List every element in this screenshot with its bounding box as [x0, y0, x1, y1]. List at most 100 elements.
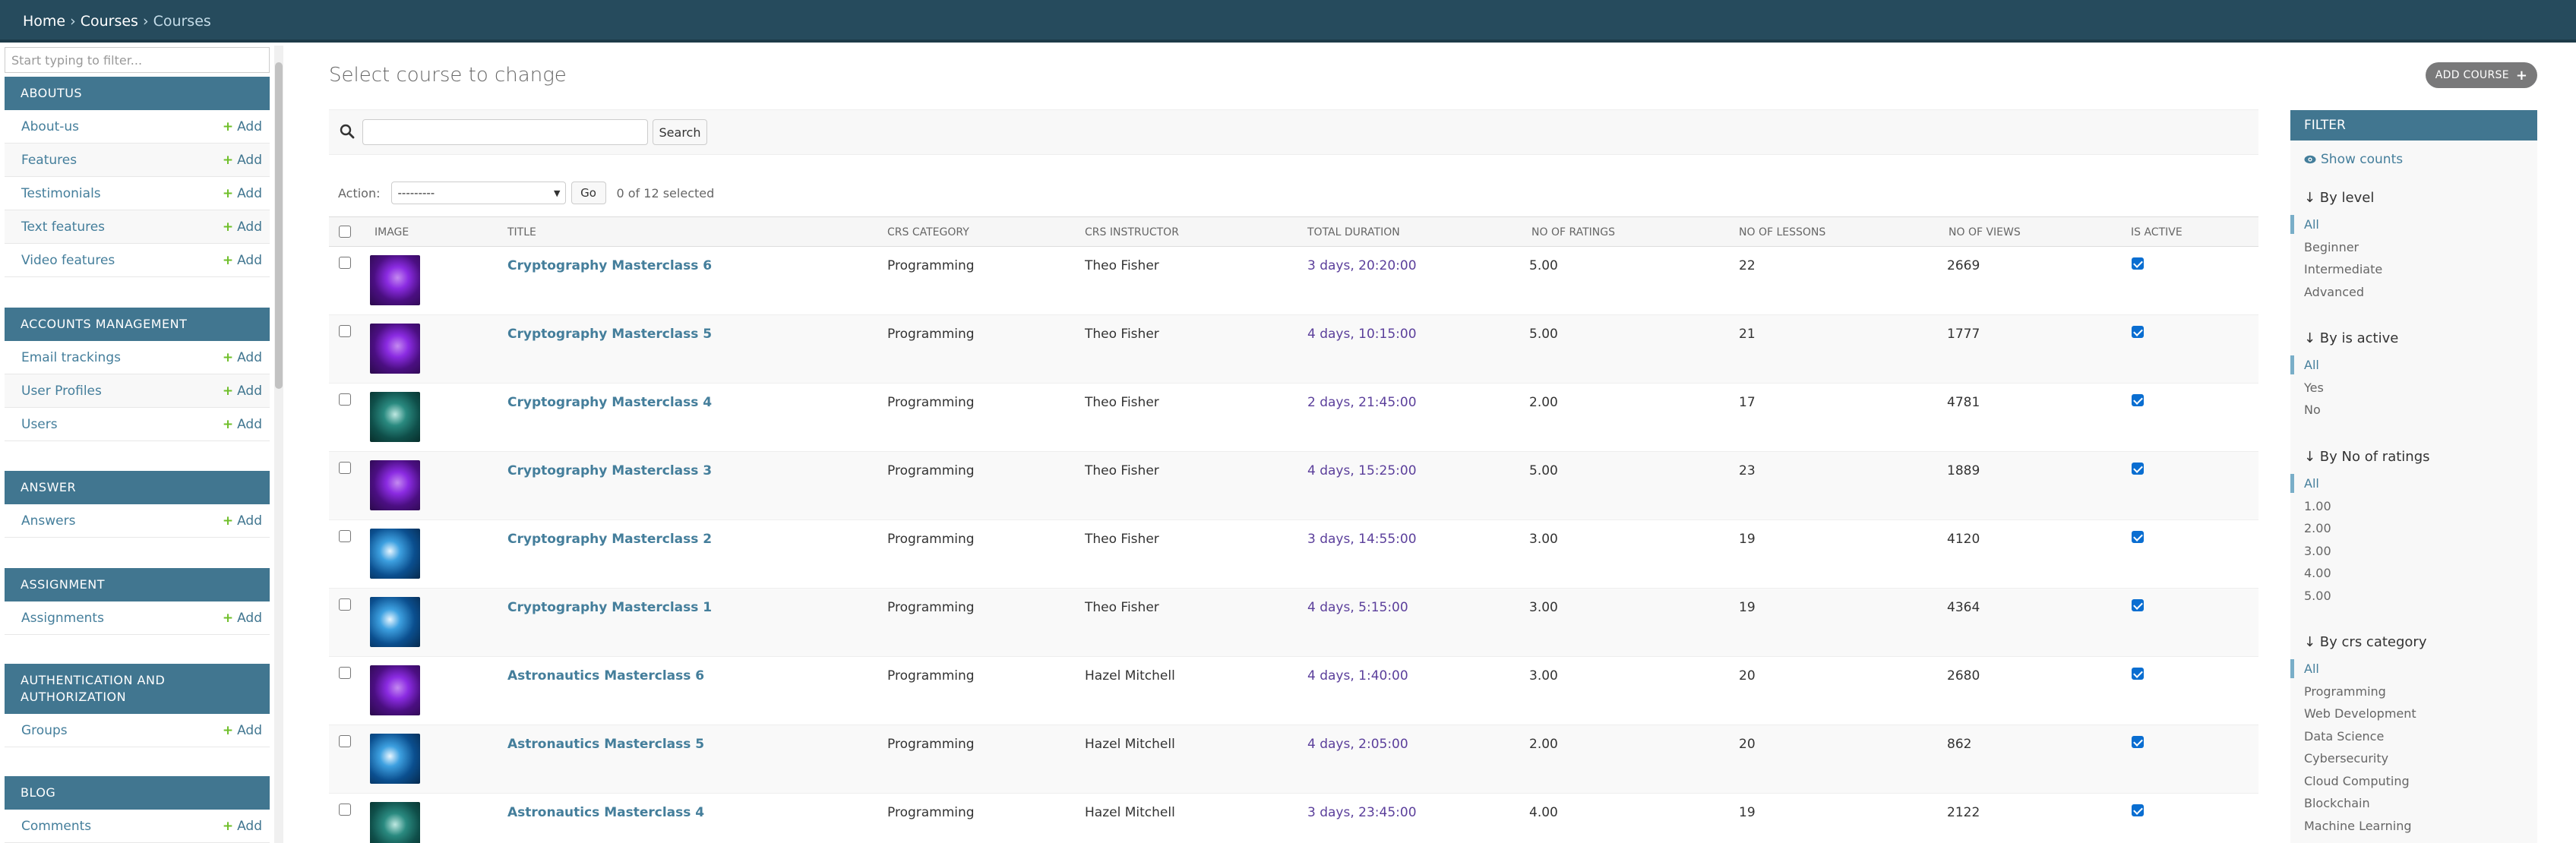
- course-instructor: Hazel Mitchell: [1085, 805, 1175, 820]
- column-header-image[interactable]: Image: [375, 226, 409, 238]
- course-title-link[interactable]: Astronautics Masterclass 6: [507, 668, 704, 684]
- sidebar-scrollbar[interactable]: [274, 46, 283, 843]
- row-select-checkbox[interactable]: [339, 325, 351, 337]
- row-select-checkbox[interactable]: [339, 462, 351, 474]
- filter-option-all[interactable]: All: [2290, 354, 2532, 377]
- breadcrumb-separator: ›: [70, 13, 76, 30]
- add-course-button[interactable]: Add course +: [2426, 62, 2537, 88]
- filter-option-5-00[interactable]: 5.00: [2304, 585, 2532, 608]
- filter-option-yes[interactable]: Yes: [2304, 377, 2532, 399]
- row-select-checkbox[interactable]: [339, 393, 351, 406]
- column-header-ratings[interactable]: No of ratings: [1531, 226, 1615, 238]
- app-caption[interactable]: Aboutus: [5, 77, 270, 110]
- sidebar-link-video-features[interactable]: Video features: [21, 253, 115, 268]
- sidebar-link-email-trackings[interactable]: Email trackings: [21, 350, 121, 365]
- action-select[interactable]: --------- ▼: [390, 182, 566, 204]
- filter-option-cybersecurity[interactable]: Cybersecurity: [2304, 747, 2532, 770]
- add-testimonials-link[interactable]: + Add: [223, 186, 262, 201]
- sidebar-link-assignments[interactable]: Assignments: [21, 611, 104, 626]
- column-header-instructor[interactable]: Crs instructor: [1085, 226, 1179, 238]
- filter-option-all[interactable]: All: [2290, 213, 2532, 236]
- show-counts-link[interactable]: Show counts: [2304, 152, 2403, 167]
- is-active-checkbox: [2132, 531, 2144, 543]
- app-caption[interactable]: Accounts Management: [5, 308, 270, 341]
- add-video-features-link[interactable]: + Add: [223, 253, 262, 268]
- row-select-checkbox[interactable]: [339, 667, 351, 679]
- add-text-features-link[interactable]: + Add: [223, 219, 262, 235]
- row-select-checkbox[interactable]: [339, 804, 351, 816]
- filter-option-web-development[interactable]: Web Development: [2304, 702, 2532, 725]
- sidebar-link-comments[interactable]: Comments: [21, 819, 91, 834]
- app-caption[interactable]: Blog: [5, 776, 270, 810]
- course-category: Programming: [887, 258, 975, 273]
- go-button[interactable]: Go: [571, 182, 606, 204]
- row-select-checkbox[interactable]: [339, 530, 351, 542]
- filter-option-intermediate[interactable]: Intermediate: [2304, 258, 2532, 281]
- course-views: 4781: [1947, 395, 1980, 410]
- row-select-checkbox[interactable]: [339, 735, 351, 747]
- sidebar-link-features[interactable]: Features: [21, 153, 77, 168]
- filter-group-title: ↓ By level: [2304, 190, 2375, 206]
- sidebar-link-text-features[interactable]: Text features: [21, 219, 105, 235]
- add-users-link[interactable]: + Add: [223, 417, 262, 432]
- filter-option-machine-learning[interactable]: Machine Learning: [2304, 815, 2532, 838]
- breadcrumb-courses-app[interactable]: Courses: [81, 13, 138, 30]
- add-comments-link[interactable]: + Add: [223, 819, 262, 834]
- app-caption[interactable]: Authentication and Authorization: [5, 664, 270, 714]
- column-header-views[interactable]: No of views: [1949, 226, 2021, 238]
- filter-option-2-00[interactable]: 2.00: [2304, 517, 2532, 540]
- add-features-link[interactable]: + Add: [223, 153, 262, 168]
- filter-option-1-00[interactable]: 1.00: [2304, 495, 2532, 518]
- filter-option-beginner[interactable]: Beginner: [2304, 236, 2532, 259]
- add-email-trackings-link[interactable]: + Add: [223, 350, 262, 365]
- course-title-link[interactable]: Cryptography Masterclass 1: [507, 600, 712, 615]
- search-button[interactable]: Search: [653, 119, 707, 145]
- add-answers-link[interactable]: + Add: [223, 513, 262, 529]
- sidebar-filter-input[interactable]: [5, 47, 270, 73]
- search-input[interactable]: [362, 119, 648, 145]
- filter-option-advanced[interactable]: Advanced: [2304, 281, 2532, 304]
- course-title-link[interactable]: Cryptography Masterclass 5: [507, 327, 712, 342]
- sidebar-link-users[interactable]: Users: [21, 417, 58, 432]
- breadcrumb-home[interactable]: Home: [23, 13, 65, 30]
- course-title-link[interactable]: Astronautics Masterclass 4: [507, 805, 704, 820]
- add-groups-link[interactable]: + Add: [223, 723, 262, 738]
- filter-option-3-00[interactable]: 3.00: [2304, 540, 2532, 563]
- filter-header: Filter: [2290, 110, 2537, 140]
- app-caption[interactable]: Answer: [5, 471, 270, 504]
- filter-option-all[interactable]: All: [2290, 472, 2532, 495]
- column-header-is-active[interactable]: Is active: [2131, 226, 2182, 238]
- course-category: Programming: [887, 395, 975, 410]
- sidebar-link-about-us[interactable]: About-us: [21, 119, 79, 134]
- app-caption[interactable]: Assignment: [5, 568, 270, 601]
- filter-option-no[interactable]: No: [2304, 399, 2532, 422]
- course-thumbnail: [370, 802, 420, 843]
- filter-option-4-00[interactable]: 4.00: [2304, 562, 2532, 585]
- sidebar-link-user-profiles[interactable]: User Profiles: [21, 384, 102, 399]
- filter-option-programming[interactable]: Programming: [2304, 680, 2532, 703]
- course-title-link[interactable]: Cryptography Masterclass 2: [507, 532, 712, 547]
- course-title-link[interactable]: Astronautics Masterclass 5: [507, 737, 704, 752]
- filter-option-cloud-computing[interactable]: Cloud Computing: [2304, 770, 2532, 793]
- course-title-link[interactable]: Cryptography Masterclass 6: [507, 258, 712, 273]
- add-assignments-link[interactable]: + Add: [223, 611, 262, 626]
- filter-option-blockchain[interactable]: Blockchain: [2304, 792, 2532, 815]
- row-select-checkbox[interactable]: [339, 257, 351, 269]
- add-user-profiles-link[interactable]: + Add: [223, 384, 262, 399]
- filter-option-data-science[interactable]: Data Science: [2304, 725, 2532, 748]
- sidebar-link-testimonials[interactable]: Testimonials: [21, 186, 101, 201]
- column-header-title[interactable]: Title: [507, 226, 536, 238]
- column-header-duration[interactable]: Total duration: [1307, 226, 1400, 238]
- select-all-checkbox[interactable]: [339, 226, 351, 238]
- sidebar-link-groups[interactable]: Groups: [21, 723, 68, 738]
- column-header-category[interactable]: Crs category: [887, 226, 969, 238]
- course-title-link[interactable]: Cryptography Masterclass 3: [507, 463, 712, 478]
- column-header-lessons[interactable]: No of lessons: [1739, 226, 1825, 238]
- sidebar-scrollbar-thumb[interactable]: [275, 62, 283, 389]
- filter-option-all[interactable]: All: [2290, 658, 2532, 680]
- add-about-us-link[interactable]: + Add: [223, 119, 262, 134]
- course-thumbnail: [370, 460, 420, 510]
- sidebar-link-answers[interactable]: Answers: [21, 513, 75, 529]
- row-select-checkbox[interactable]: [339, 598, 351, 611]
- course-title-link[interactable]: Cryptography Masterclass 4: [507, 395, 712, 410]
